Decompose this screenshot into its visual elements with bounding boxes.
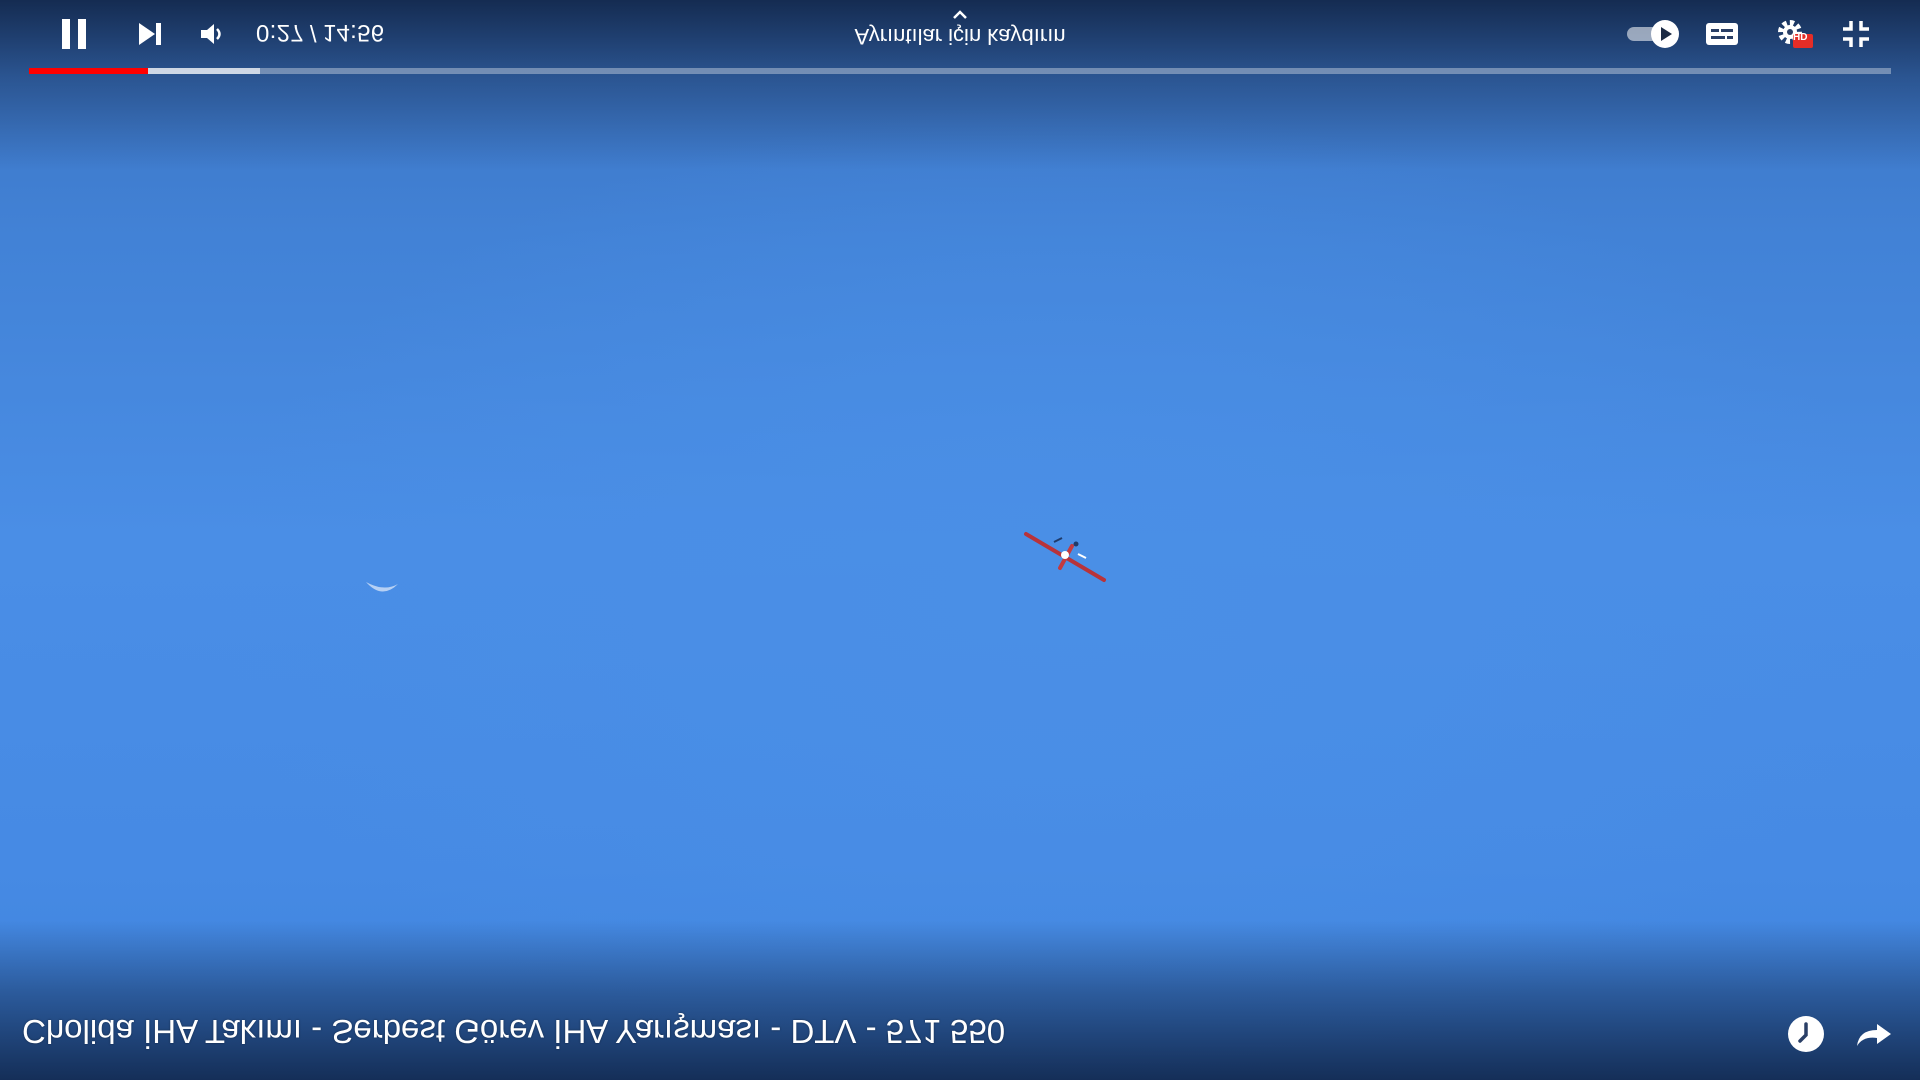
captions-button[interactable] xyxy=(1700,12,1744,56)
pause-icon xyxy=(62,19,86,49)
pause-button[interactable] xyxy=(52,12,96,56)
chevron-up-icon xyxy=(953,10,967,19)
volume-button[interactable] xyxy=(190,12,234,56)
exit-fullscreen-button[interactable] xyxy=(1834,12,1878,56)
moon-shape xyxy=(366,582,398,592)
share-icon xyxy=(1857,1024,1891,1046)
captions-icon xyxy=(1706,23,1738,45)
exit-fullscreen-icon xyxy=(1843,21,1869,47)
settings-button[interactable]: HD xyxy=(1770,12,1818,56)
video-player[interactable]: 0:27/14:56 Ayrıntılar için kaydırın HD C… xyxy=(0,0,1920,1080)
video-title[interactable]: Cholida İHA Takımı - Serbest Görev İHA Y… xyxy=(22,1012,1005,1050)
autoplay-toggle[interactable] xyxy=(1624,12,1682,56)
share-button[interactable] xyxy=(1850,1010,1898,1058)
autoplay-toggle-icon xyxy=(1627,20,1679,48)
next-button[interactable] xyxy=(128,12,172,56)
time-display: 0:27/14:56 xyxy=(256,18,384,46)
clock-icon xyxy=(1788,1016,1824,1052)
bottom-gradient-overlay xyxy=(0,920,1920,1080)
swipe-for-details-hint[interactable]: Ayrıntılar için kaydırın xyxy=(760,8,1160,49)
current-time: 0:27 xyxy=(256,19,304,46)
hd-badge: HD xyxy=(1793,32,1808,43)
airplane-in-sky xyxy=(1024,532,1106,582)
progress-bar[interactable] xyxy=(29,68,1891,74)
volume-icon xyxy=(201,24,221,44)
duration: 14:56 xyxy=(322,19,385,46)
next-icon xyxy=(139,23,161,45)
progress-played xyxy=(29,68,149,74)
time-separator: / xyxy=(309,19,317,46)
watch-later-button[interactable] xyxy=(1782,1010,1830,1058)
controls-bar: 0:27/14:56 Ayrıntılar için kaydırın HD xyxy=(0,0,1920,70)
swipe-hint-text: Ayrıntılar için kaydırın xyxy=(854,24,1066,49)
